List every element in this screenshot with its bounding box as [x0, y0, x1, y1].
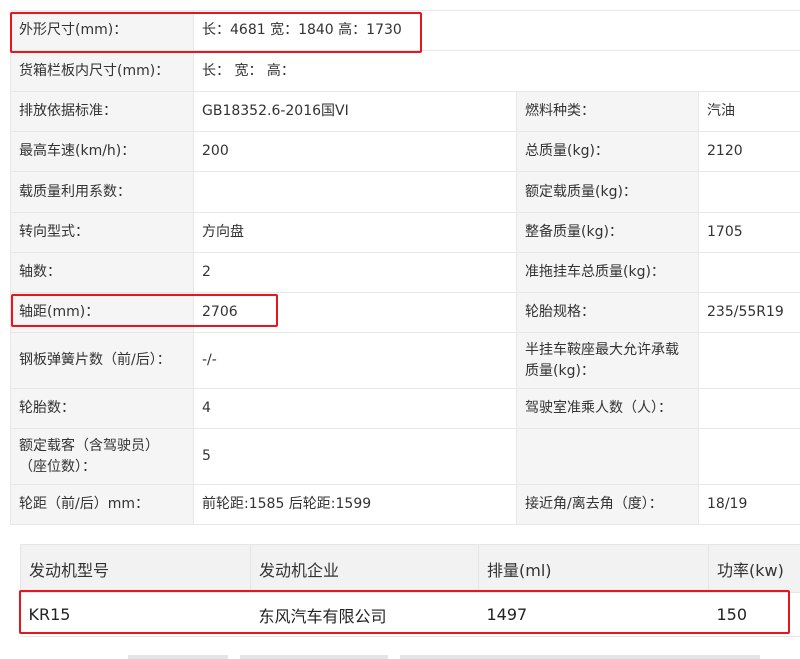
seats-value: 5 [193, 428, 517, 485]
seats-label-line2: （座位数）： [19, 458, 96, 475]
tire-count-value: 4 [193, 388, 517, 429]
spec-row-wheelbase: 轴距(mm)： 2706 轮胎规格： 235/55R19 [10, 292, 800, 333]
seats-label: 额定载客（含驾驶员） （座位数）： [10, 428, 194, 485]
spec-row-springs: 钢板弹簧片数（前/后）： -/- 半挂车鞍座最大允许承载 质量(kg)： [10, 332, 800, 389]
tire-spec-value: 235/55R19 [698, 292, 800, 333]
spec-row-steering: 转向型式： 方向盘 整备质量(kg)： 1705 [10, 212, 800, 253]
wheelbase-value: 2706 [193, 292, 517, 333]
max-speed-label: 最高车速(km/h)： [10, 131, 194, 172]
power-cell: 150 [708, 592, 800, 637]
tire-spec-label: 轮胎规格： [516, 292, 699, 333]
spec-row-track: 轮距（前/后）mm： 前轮距:1585 后轮距:1599 接近角/离去角（度）：… [10, 484, 800, 525]
emission-label: 排放依据标准： [10, 91, 194, 132]
spec-row-load: 载质量利用系数： 额定载质量(kg)： [10, 171, 800, 213]
steering-label: 转向型式： [10, 212, 194, 253]
displacement-header: 排量(ml) [478, 544, 709, 593]
steering-value: 方向盘 [193, 212, 517, 253]
spec-row-cargo-box: 货箱栏板内尺寸(mm)： 长： 宽： 高： [10, 50, 800, 92]
fuel-label: 燃料种类： [516, 91, 699, 132]
track-value: 前轮距:1585 后轮距:1599 [193, 484, 517, 525]
tire-count-label: 轮胎数： [10, 388, 194, 429]
vehicle-spec-table: 外形尺寸(mm)： 长：4681 宽：1840 高：1730 货箱栏板内尺寸(m… [10, 10, 800, 525]
load-util-label: 载质量利用系数： [10, 171, 194, 213]
trailer-mass-label: 准拖挂车总质量(kg)： [516, 252, 699, 293]
saddle-load-label: 半挂车鞍座最大允许承载 质量(kg)： [516, 332, 699, 389]
engine-header-row: 发动机型号 发动机企业 排量(ml) 功率(kw) [20, 544, 800, 593]
seats-label-line1: 额定载客（含驾驶员） [19, 437, 159, 454]
saddle-load-value [698, 332, 800, 389]
engine-maker-header: 发动机企业 [250, 544, 479, 593]
trailer-mass-value [698, 252, 800, 293]
cab-passengers-value [698, 388, 800, 429]
angles-label: 接近角/离去角（度）： [516, 484, 699, 525]
engine-model-cell: KR15 [20, 592, 251, 637]
cab-passengers-label: 驾驶室准乘人数（人）： [516, 388, 699, 429]
cut-off-edge [128, 655, 228, 659]
dimensions-value: 长：4681 宽：1840 高：1730 [193, 10, 800, 51]
cargo-box-value: 长： 宽： 高： [193, 50, 800, 92]
power-header: 功率(kw) [708, 544, 800, 593]
track-label: 轮距（前/后）mm： [10, 484, 194, 525]
spec-row-axles: 轴数： 2 准拖挂车总质量(kg)： [10, 252, 800, 293]
seats-spacer-label [516, 428, 699, 485]
rated-load-label: 额定载质量(kg)： [516, 171, 699, 213]
axles-label: 轴数： [10, 252, 194, 293]
dimensions-label: 外形尺寸(mm)： [10, 10, 194, 51]
total-mass-label: 总质量(kg)： [516, 131, 699, 172]
engine-maker-cell: 东风汽车有限公司 [250, 592, 479, 637]
cut-off-edge [240, 655, 388, 659]
engine-row: KR15 东风汽车有限公司 1497 150 [20, 592, 800, 637]
load-util-value [193, 171, 517, 213]
fuel-value: 汽油 [698, 91, 800, 132]
leaf-springs-value: -/- [193, 332, 517, 389]
spec-row-tires: 轮胎数： 4 驾驶室准乘人数（人）： [10, 388, 800, 429]
angles-value: 18/19 [698, 484, 800, 525]
curb-mass-value: 1705 [698, 212, 800, 253]
seats-spacer-value [698, 428, 800, 485]
wheelbase-label: 轴距(mm)： [10, 292, 194, 333]
cargo-box-label: 货箱栏板内尺寸(mm)： [10, 50, 194, 92]
leaf-springs-label: 钢板弹簧片数（前/后）： [10, 332, 194, 389]
engine-table: 发动机型号 发动机企业 排量(ml) 功率(kw) KR15 东风汽车有限公司 … [20, 544, 800, 637]
axles-value: 2 [193, 252, 517, 293]
max-speed-value: 200 [193, 131, 517, 172]
emission-value: GB18352.6-2016国VI [193, 91, 517, 132]
displacement-cell: 1497 [478, 592, 709, 637]
spec-row-speed: 最高车速(km/h)： 200 总质量(kg)： 2120 [10, 131, 800, 172]
engine-model-header: 发动机型号 [20, 544, 251, 593]
saddle-load-label-line2: 质量(kg)： [525, 362, 595, 379]
rated-load-value [698, 171, 800, 213]
curb-mass-label: 整备质量(kg)： [516, 212, 699, 253]
spec-row-dimensions: 外形尺寸(mm)： 长：4681 宽：1840 高：1730 [10, 10, 800, 51]
spec-row-emission: 排放依据标准： GB18352.6-2016国VI 燃料种类： 汽油 [10, 91, 800, 132]
cut-off-edge [400, 655, 760, 659]
saddle-load-label-line1: 半挂车鞍座最大允许承载 [525, 341, 679, 358]
total-mass-value: 2120 [698, 131, 800, 172]
spec-row-seats: 额定载客（含驾驶员） （座位数）： 5 [10, 428, 800, 485]
